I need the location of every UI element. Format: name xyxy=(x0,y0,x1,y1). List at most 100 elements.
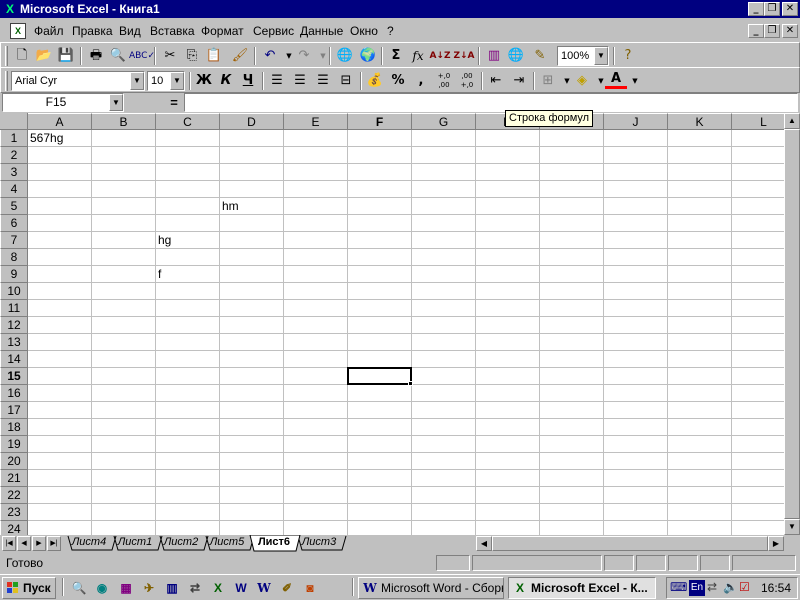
first-sheet-icon[interactable]: |◀ xyxy=(2,536,16,551)
chart-wizard-icon[interactable]: ▥ xyxy=(483,46,505,66)
scroll-left-icon[interactable]: ◀ xyxy=(476,536,492,551)
column-header[interactable]: F xyxy=(348,113,412,130)
scroll-thumb[interactable] xyxy=(492,536,768,551)
scroll-up-icon[interactable]: ▲ xyxy=(784,113,800,129)
font-size-select[interactable]: 10 ▼ xyxy=(147,71,185,91)
name-box[interactable]: F15 ▼ xyxy=(2,93,124,112)
word-icon[interactable]: W xyxy=(232,579,250,597)
sheet-tab[interactable]: Лист4 xyxy=(70,535,108,551)
row-header[interactable]: 21 xyxy=(0,470,28,487)
percent-button[interactable]: % xyxy=(387,71,409,91)
menu-edit[interactable]: Правка xyxy=(72,23,113,39)
maximize-button[interactable]: ❐ xyxy=(764,2,780,16)
menu-window[interactable]: Окно xyxy=(350,23,378,39)
menu-help[interactable]: ? xyxy=(387,23,394,39)
sheet-tab[interactable]: Лист3 xyxy=(300,535,338,551)
keyboard-icon[interactable]: ⌨ xyxy=(670,580,687,594)
autosum-icon[interactable]: Σ xyxy=(385,46,407,66)
menu-tools[interactable]: Сервис xyxy=(253,23,294,39)
doc-close-button[interactable]: ✕ xyxy=(782,24,798,38)
row-header[interactable]: 16 xyxy=(0,385,28,402)
column-header[interactable]: D xyxy=(220,113,284,130)
cell-c9[interactable]: f xyxy=(156,266,161,283)
sort-ascending-icon[interactable]: A↓Z xyxy=(429,46,451,66)
chevron-down-icon[interactable]: ▼ xyxy=(594,47,608,65)
row-header[interactable]: 10 xyxy=(0,283,28,300)
book-icon[interactable]: ▥ xyxy=(163,579,181,597)
network-icon[interactable]: ⇄ xyxy=(186,579,204,597)
map-icon[interactable]: 🌐 xyxy=(505,46,527,66)
drawing-icon[interactable]: ✎ xyxy=(529,46,551,66)
print-preview-icon[interactable]: 🔍 xyxy=(107,46,129,66)
row-header[interactable]: 8 xyxy=(0,249,28,266)
row-header[interactable]: 1 xyxy=(0,130,28,147)
word-doc-icon[interactable]: W xyxy=(255,579,273,597)
scroll-thumb[interactable] xyxy=(784,129,800,519)
fill-handle[interactable] xyxy=(408,381,413,386)
scroll-right-icon[interactable]: ▶ xyxy=(768,536,784,551)
italic-button[interactable]: К xyxy=(215,71,237,91)
chevron-down-icon[interactable]: ▼ xyxy=(170,72,184,90)
row-header[interactable]: 9 xyxy=(0,266,28,283)
minimize-button[interactable]: _ xyxy=(748,2,764,16)
menu-data[interactable]: Данные xyxy=(300,23,343,39)
scroll-down-icon[interactable]: ▼ xyxy=(784,519,800,535)
doc-minimize-button[interactable]: _ xyxy=(748,24,764,38)
excel-x-icon[interactable]: X xyxy=(3,2,17,16)
chevron-down-icon[interactable]: ▼ xyxy=(109,94,123,111)
formula-input[interactable] xyxy=(184,93,798,112)
row-header[interactable]: 17 xyxy=(0,402,28,419)
horizontal-scrollbar[interactable]: ◀ ▶ xyxy=(476,536,784,551)
decrease-indent-icon[interactable]: ⇤ xyxy=(485,71,507,91)
prev-sheet-icon[interactable]: ◀ xyxy=(17,536,31,551)
row-header[interactable]: 6 xyxy=(0,215,28,232)
spelling-icon[interactable]: ABC✓ xyxy=(129,46,155,66)
new-icon[interactable]: 🗋 xyxy=(11,46,33,66)
explorer-icon[interactable]: 🔍 xyxy=(70,579,88,597)
outlook-icon[interactable]: ◉ xyxy=(93,579,111,597)
excel-icon[interactable]: X xyxy=(209,579,227,597)
underline-button[interactable]: Ч xyxy=(237,71,259,91)
column-header[interactable]: B xyxy=(92,113,156,130)
font-color-dropdown-icon[interactable]: ▼ xyxy=(624,71,646,91)
format-painter-icon[interactable]: 🖌 xyxy=(229,46,251,66)
column-header[interactable]: K xyxy=(668,113,732,130)
sort-descending-icon[interactable]: Z↓A xyxy=(453,46,475,66)
bold-button[interactable]: Ж xyxy=(193,71,215,91)
open-icon[interactable]: 📂 xyxy=(33,46,55,66)
currency-icon[interactable]: 💰 xyxy=(364,71,386,91)
task-word-button[interactable]: W Microsoft Word - Сборн... xyxy=(358,577,504,599)
menu-file[interactable]: Файл xyxy=(34,23,64,39)
comma-button[interactable]: , xyxy=(410,71,432,91)
row-header[interactable]: 3 xyxy=(0,164,28,181)
next-sheet-icon[interactable]: ▶ xyxy=(32,536,46,551)
scheduler-icon[interactable]: ☑ xyxy=(739,580,750,594)
sheet-tab[interactable]: Лист1 xyxy=(116,535,154,551)
doc-restore-button[interactable]: ❐ xyxy=(764,24,780,38)
toolbar-grip[interactable] xyxy=(5,46,8,66)
print-icon[interactable]: 🖶 xyxy=(85,46,107,66)
active-cell-selection[interactable] xyxy=(347,367,412,385)
row-header[interactable]: 7 xyxy=(0,232,28,249)
cell-a1[interactable]: 567hg xyxy=(28,130,63,147)
menu-view[interactable]: Вид xyxy=(119,23,141,39)
row-header[interactable]: 20 xyxy=(0,453,28,470)
close-button[interactable]: ✕ xyxy=(782,2,798,16)
function-icon[interactable]: fx xyxy=(407,46,429,66)
language-indicator[interactable]: En xyxy=(689,580,705,596)
row-header[interactable]: 22 xyxy=(0,487,28,504)
access-icon[interactable]: ▦ xyxy=(117,579,135,597)
increase-indent-icon[interactable]: ⇥ xyxy=(508,71,530,91)
row-header[interactable]: 4 xyxy=(0,181,28,198)
decrease-decimal-button[interactable]: ,00 +,0 xyxy=(456,71,478,91)
web-toolbar-icon[interactable]: 🌍 xyxy=(357,46,379,66)
volume-icon[interactable]: 🔈 xyxy=(723,580,738,594)
copy-icon[interactable]: ⎘ xyxy=(181,46,203,66)
worksheet-grid[interactable]: ABCDEFGHIJKL1234567891011121314151617181… xyxy=(0,113,800,535)
cut-icon[interactable]: ✂ xyxy=(159,46,181,66)
row-header[interactable]: 12 xyxy=(0,317,28,334)
select-all-corner[interactable] xyxy=(0,113,28,130)
paste-icon[interactable]: 📋 xyxy=(203,46,225,66)
network-tray-icon[interactable]: ⇄ xyxy=(707,580,717,594)
column-header[interactable]: C xyxy=(156,113,220,130)
